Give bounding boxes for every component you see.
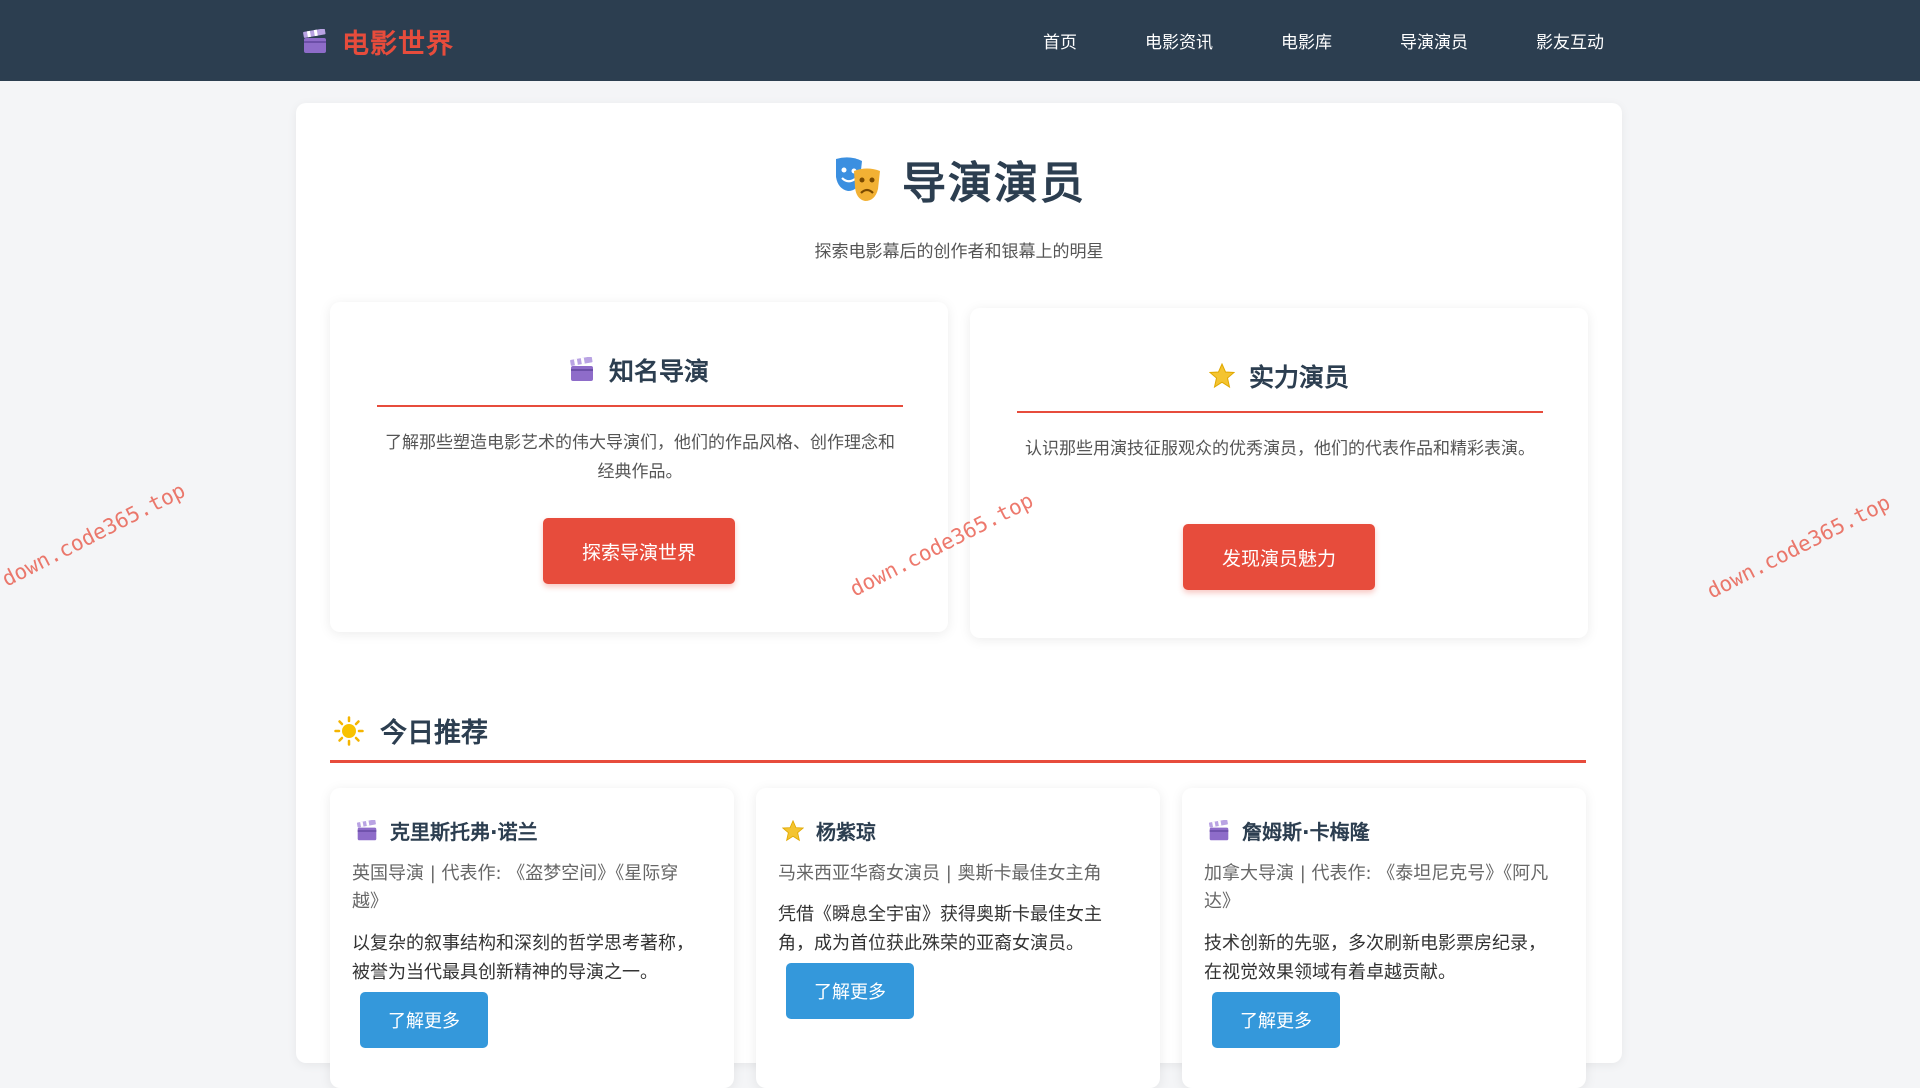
directors-card-title: 知名导演 <box>608 357 709 386</box>
actors-card-header: 实力演员 <box>970 358 1588 394</box>
theater-masks-icon <box>836 157 880 201</box>
sun-icon <box>334 715 364 746</box>
today-section-divider <box>330 760 1586 763</box>
recommend-card-yeoh: 杨紫琼 马来西亚华裔女演员 | 奥斯卡最佳女主角 凭借《瞬息全宇宙》获得奥斯卡最… <box>756 788 1160 1088</box>
recommend-card-description: 技术创新的先驱，多次刷新电影票房纪录，在视觉效果领域有着卓越贡献。 <box>1204 933 1546 983</box>
directors-card-header: 知名导演 <box>330 352 948 388</box>
watermark-text: down.code365.top <box>1703 490 1895 604</box>
recommend-card-name: 克里斯托弗·诺兰 <box>390 820 538 844</box>
watermark-text: down.code365.top <box>0 478 190 592</box>
today-section-title: 今日推荐 <box>380 718 488 749</box>
clapperboard-icon <box>356 819 377 840</box>
recommend-card-cameron: 詹姆斯·卡梅隆 加拿大导演 | 代表作: 《泰坦尼克号》《阿凡达》 技术创新的先… <box>1182 788 1586 1088</box>
recommend-card-meta: 马来西亚华裔女演员 | 奥斯卡最佳女主角 <box>778 863 1102 884</box>
actors-card-divider <box>1017 411 1543 413</box>
discover-actors-button[interactable]: 发现演员魅力 <box>1183 524 1375 590</box>
learn-more-button-yeoh[interactable]: 了解更多 <box>786 963 914 1019</box>
nav-item-community[interactable]: 影友互动 <box>1536 28 1604 53</box>
clapperboard-icon <box>303 28 326 53</box>
recommend-card-description: 凭借《瞬息全宇宙》获得奥斯卡最佳女主角，成为首位获此殊荣的亚裔女演员。 <box>778 904 1102 954</box>
actors-feature-card: 实力演员 认识那些用演技征服观众的优秀演员，他们的代表作品和精彩表演。 发现演员… <box>970 308 1588 638</box>
page-subtitle: 探索电影幕后的创作者和银幕上的明星 <box>814 242 1104 262</box>
main-content-panel: 导演演员 探索电影幕后的创作者和银幕上的明星 知名导演 了解那些塑造电影艺术的伟… <box>296 103 1622 1088</box>
recommend-card-header: 杨紫琼 <box>782 816 876 845</box>
recommend-card-description: 以复杂的叙事结构和深刻的哲学思考著称，被誉为当代最具创新精神的导演之一。 <box>352 933 694 983</box>
clapperboard-icon <box>1208 819 1229 840</box>
recommend-card-header: 克里斯托弗·诺兰 <box>356 816 538 845</box>
nav-item-home[interactable]: 首页 <box>1043 28 1077 53</box>
nav-item-library[interactable]: 电影库 <box>1281 28 1332 53</box>
recommend-card-meta: 加拿大导演 | 代表作: 《泰坦尼克号》《阿凡达》 <box>1204 863 1549 912</box>
recommend-card-nolan: 克里斯托弗·诺兰 英国导演 | 代表作: 《盗梦空间》《星际穿越》 以复杂的叙事… <box>330 788 734 1088</box>
star-icon <box>1208 363 1235 389</box>
recommend-card-name: 杨紫琼 <box>816 820 876 844</box>
directors-card-description: 了解那些塑造电影艺术的伟大导演们，他们的作品风格、创作理念和经典作品。 <box>385 433 895 482</box>
today-section-header: 今日推荐 <box>334 711 488 750</box>
learn-more-button-cameron[interactable]: 了解更多 <box>1212 992 1340 1048</box>
page-header: 导演演员 <box>296 147 1622 211</box>
star-icon <box>782 819 804 841</box>
actors-card-description: 认识那些用演技征服观众的优秀演员，他们的代表作品和精彩表演。 <box>1025 439 1535 459</box>
explore-directors-button[interactable]: 探索导演世界 <box>543 518 735 584</box>
page-title: 导演演员 <box>902 158 1086 209</box>
nav-item-people[interactable]: 导演演员 <box>1400 28 1468 53</box>
recommend-card-header: 詹姆斯·卡梅隆 <box>1208 816 1370 845</box>
brand-logo[interactable]: 电影世界 <box>302 22 454 61</box>
nav-menu: 首页 电影资讯 电影库 导演演员 影友互动 <box>1043 0 1604 81</box>
recommend-card-meta: 英国导演 | 代表作: 《盗梦空间》《星际穿越》 <box>352 863 679 912</box>
directors-feature-card: 知名导演 了解那些塑造电影艺术的伟大导演们，他们的作品风格、创作理念和经典作品。… <box>330 302 948 632</box>
actors-card-title: 实力演员 <box>1248 363 1349 392</box>
nav-item-news[interactable]: 电影资讯 <box>1145 28 1213 53</box>
directors-card-divider <box>377 405 903 407</box>
learn-more-button-nolan[interactable]: 了解更多 <box>360 992 488 1048</box>
recommend-card-name: 詹姆斯·卡梅隆 <box>1242 820 1370 844</box>
top-navbar: 电影世界 首页 电影资讯 电影库 导演演员 影友互动 <box>0 0 1920 81</box>
brand-name: 电影世界 <box>342 29 454 60</box>
clapperboard-icon <box>570 357 593 381</box>
